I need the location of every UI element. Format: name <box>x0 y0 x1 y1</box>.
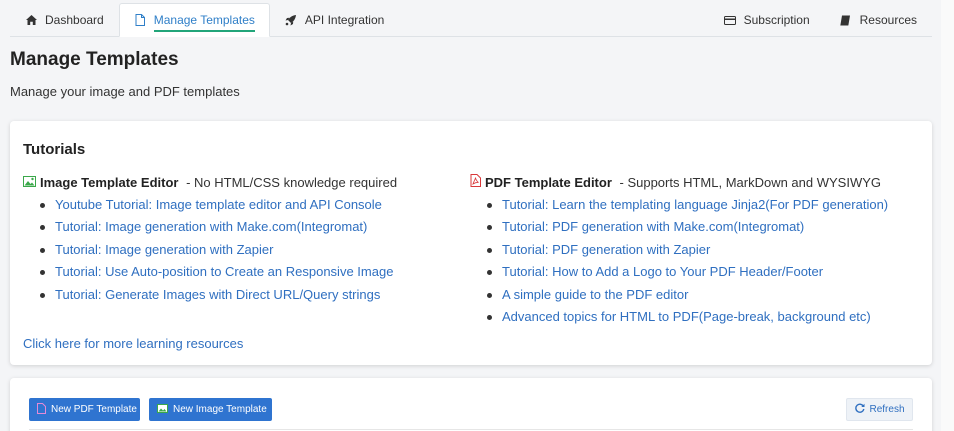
home-icon <box>25 14 37 26</box>
refresh-icon <box>854 403 865 416</box>
tab-manage-templates[interactable]: Manage Templates <box>118 3 270 37</box>
tab-resources-label: Resources <box>859 13 917 27</box>
image-icon <box>23 175 36 190</box>
image-editor-column: Image Template Editor - No HTML/CSS know… <box>23 174 463 308</box>
image-tutorial-link[interactable]: Tutorial: Image generation with Zapier <box>55 242 273 257</box>
new-pdf-template-button[interactable]: New PDF Template <box>29 398 140 421</box>
pdf-editor-tagline: - Supports HTML, MarkDown and WYSIWYG <box>615 174 882 190</box>
page-edge <box>941 0 954 431</box>
pdf-tutorial-link[interactable]: Advanced topics for HTML to PDF(Page-bre… <box>502 309 871 324</box>
list-item: Tutorial: Generate Images with Direct UR… <box>23 286 463 308</box>
page-subtitle: Manage your image and PDF templates <box>10 84 240 99</box>
pdf-file-icon <box>470 174 481 190</box>
top-nav: Dashboard Manage Templates API Integrati… <box>10 2 932 37</box>
new-image-template-label: New Image Template <box>173 404 267 415</box>
list-item: Advanced topics for HTML to PDF(Page-bre… <box>470 308 920 330</box>
pdf-tutorial-list: Tutorial: Learn the templating language … <box>470 196 920 330</box>
tab-api-integration-label: API Integration <box>304 13 385 27</box>
tab-dashboard-label: Dashboard <box>45 13 104 27</box>
list-item: Tutorial: Image generation with Zapier <box>23 241 463 263</box>
tab-api-integration[interactable]: API Integration <box>270 3 399 37</box>
pdf-editor-column: PDF Template Editor - Supports HTML, Mar… <box>470 174 920 330</box>
image-tutorial-link[interactable]: Tutorial: Image generation with Make.com… <box>55 219 367 234</box>
new-image-template-button[interactable]: New Image Template <box>149 398 272 421</box>
pdf-editor-heading: PDF Template Editor - Supports HTML, Mar… <box>470 174 920 190</box>
more-resources-link[interactable]: Click here for more learning resources <box>23 336 243 351</box>
image-tutorial-list: Youtube Tutorial: Image template editor … <box>23 196 463 308</box>
book-icon <box>840 14 852 26</box>
image-tutorial-link[interactable]: Tutorial: Use Auto-position to Create an… <box>55 264 393 279</box>
image-editor-tagline: - No HTML/CSS knowledge required <box>182 174 398 190</box>
list-item: A simple guide to the PDF editor <box>470 286 920 308</box>
image-icon <box>157 403 168 416</box>
tab-manage-templates-label: Manage Templates <box>153 13 255 32</box>
list-item: Tutorial: PDF generation with Zapier <box>470 241 920 263</box>
image-editor-heading: Image Template Editor - No HTML/CSS know… <box>23 174 463 190</box>
list-item: Tutorial: How to Add a Logo to Your PDF … <box>470 263 920 285</box>
toolbar-divider <box>29 429 913 430</box>
pdf-editor-title: PDF Template Editor <box>485 174 612 190</box>
page-title: Manage Templates <box>10 49 179 70</box>
refresh-button[interactable]: Refresh <box>846 398 913 421</box>
pdf-tutorial-link[interactable]: Tutorial: PDF generation with Zapier <box>502 242 710 257</box>
pdf-tutorial-link[interactable]: A simple guide to the PDF editor <box>502 287 688 302</box>
list-item: Youtube Tutorial: Image template editor … <box>23 196 463 218</box>
credit-card-icon <box>723 14 736 26</box>
tab-subscription[interactable]: Subscription <box>709 3 825 37</box>
list-item: Tutorial: Learn the templating language … <box>470 196 920 218</box>
tab-resources[interactable]: Resources <box>825 3 932 37</box>
pdf-file-icon <box>37 402 46 417</box>
rocket-icon <box>285 14 297 26</box>
list-item: Tutorial: Image generation with Make.com… <box>23 218 463 240</box>
pdf-tutorial-link[interactable]: Tutorial: How to Add a Logo to Your PDF … <box>502 264 823 279</box>
pdf-tutorial-link[interactable]: Tutorial: PDF generation with Make.com(I… <box>502 219 804 234</box>
image-editor-title: Image Template Editor <box>40 174 179 190</box>
image-tutorial-link[interactable]: Tutorial: Generate Images with Direct UR… <box>55 287 380 302</box>
image-tutorial-link[interactable]: Youtube Tutorial: Image template editor … <box>55 197 382 212</box>
pdf-tutorial-link[interactable]: Tutorial: Learn the templating language … <box>502 197 888 212</box>
list-item: Tutorial: PDF generation with Make.com(I… <box>470 218 920 240</box>
new-pdf-template-label: New PDF Template <box>51 404 137 415</box>
list-item: Tutorial: Use Auto-position to Create an… <box>23 263 463 285</box>
tutorials-title: Tutorials <box>23 141 86 158</box>
tab-subscription-label: Subscription <box>743 13 810 27</box>
tutorials-card: Tutorials Image Template Editor - No HTM… <box>10 121 932 365</box>
templates-toolbar-card: New PDF Template New Image Template Refr… <box>10 378 932 431</box>
file-icon <box>134 14 146 26</box>
tab-dashboard[interactable]: Dashboard <box>10 3 119 37</box>
refresh-label: Refresh <box>869 404 905 415</box>
